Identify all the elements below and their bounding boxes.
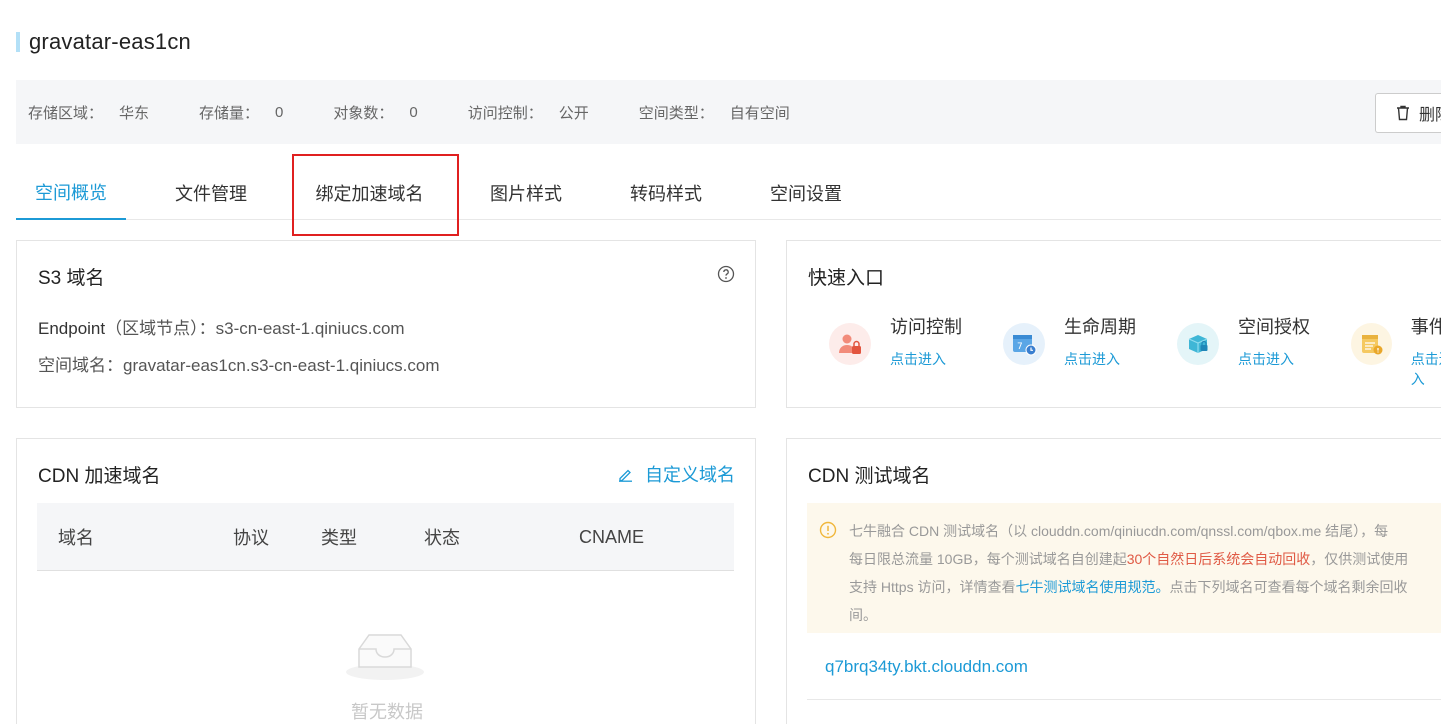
cdn-domain-card: CDN 加速域名 自定义域名 域名 协议 类型 状态 CNAME 暂无数据 — [16, 438, 756, 724]
usage-rules-link[interactable]: 七牛测试域名使用规范。 — [1015, 579, 1169, 595]
cdn-card-title: CDN 加速域名 — [38, 466, 161, 487]
s3-endpoint: Endpoint（区域节点）：s3-cn-east-1.qiniucs.com — [38, 314, 405, 339]
notice-line: 每日限总流量 10GB，每个测试域名自创建起30个自然日后系统会自动回收，仅供测… — [849, 545, 1441, 573]
quick-item-name: 生命周期 — [1064, 317, 1136, 337]
test-card-title: CDN 测试域名 — [808, 466, 931, 487]
column-header-protocol: 协议 — [233, 528, 269, 548]
trash-icon — [1397, 105, 1409, 121]
info-value: 0 — [275, 103, 284, 121]
info-label: 对象数： — [333, 104, 394, 122]
endpoint-label: Endpoint — [38, 319, 106, 338]
tab-overview[interactable]: 空间概览 — [16, 166, 126, 220]
delete-bucket-button[interactable]: 删除 — [1375, 93, 1441, 133]
quick-item-access-control[interactable]: 访问控制 点击进入 — [829, 313, 962, 369]
bucket-info-bar: 存储区域： 华东 存储量： 0 对象数： 0 访问控制： 公开 空间类型： 自有… — [16, 80, 1441, 144]
quick-card-title: 快速入口 — [808, 268, 885, 289]
lifecycle-icon: 7 — [1003, 323, 1045, 365]
help-icon[interactable] — [717, 265, 735, 283]
quick-entry-card: 快速入口 访问控制 点击进入 7 生命周期 点击进入 空间授权 点击进入 事件 … — [786, 240, 1441, 408]
info-region: 存储区域： 华东 — [28, 102, 149, 123]
notice-text: 点击下列域名可查看每个域名剩余回收 — [1169, 579, 1408, 595]
event-icon — [1351, 323, 1392, 365]
test-domain-link[interactable]: q7brq34ty.bkt.clouddn.com — [825, 657, 1028, 677]
tab-space-settings[interactable]: 空间设置 — [756, 166, 856, 220]
notice-line: 支持 Https 访问，详情查看七牛测试域名使用规范。点击下列域名可查看每个域名… — [849, 573, 1441, 601]
info-value: 0 — [409, 103, 418, 121]
page-title: gravatar-eas1cn — [29, 29, 191, 54]
info-value: 公开 — [558, 104, 589, 122]
endpoint-value: s3-cn-east-1.qiniucs.com — [215, 319, 405, 338]
notice-text: 每日限总流量 10GB，每个测试域名自创建起 — [849, 551, 1127, 567]
info-label: 空间类型： — [638, 104, 714, 122]
quick-item-link[interactable]: 点击进入 — [1064, 349, 1136, 369]
space-domain-label: 空间域名： — [38, 356, 123, 375]
notice-text: 支持 Https 访问，详情查看 — [849, 579, 1016, 595]
endpoint-suffix: （区域节点）： — [105, 319, 216, 338]
quick-item-name: 访问控制 — [890, 317, 962, 337]
cdn-test-domain-card: CDN 测试域名 七牛融合 CDN 测试域名（以 clouddn.com/qin… — [786, 438, 1441, 724]
column-header-domain: 域名 — [58, 528, 94, 548]
info-value: 自有空间 — [729, 104, 790, 122]
notice-warning-text: 30个自然日后系统会自动回收 — [1126, 551, 1311, 567]
cdn-table-header: 域名 协议 类型 状态 CNAME — [37, 503, 734, 571]
tab-image-style[interactable]: 图片样式 — [476, 166, 576, 220]
quick-item-link[interactable]: 点击进入 — [1411, 349, 1441, 389]
svg-text:7: 7 — [1017, 342, 1023, 352]
info-value: 华东 — [119, 104, 150, 122]
quick-item-link[interactable]: 点击进入 — [1238, 349, 1310, 369]
info-type: 空间类型： 自有空间 — [639, 102, 790, 123]
notice-line: 七牛融合 CDN 测试域名（以 clouddn.com/qiniucdn.com… — [849, 523, 1389, 539]
info-label: 存储区域： — [28, 104, 104, 122]
test-domain-notice: 七牛融合 CDN 测试域名（以 clouddn.com/qiniucdn.com… — [807, 503, 1441, 633]
warning-icon — [819, 521, 837, 539]
column-header-status: 状态 — [424, 528, 460, 548]
quick-item-name: 事件 — [1410, 317, 1441, 337]
notice-text: ，仅供测试使用 — [1310, 551, 1409, 567]
delete-label: 删除 — [1419, 107, 1441, 124]
empty-inbox-icon — [346, 634, 424, 680]
notice-line: 间。 — [849, 607, 877, 623]
s3-domain-card: S3 域名 Endpoint（区域节点）：s3-cn-east-1.qiniuc… — [16, 240, 756, 408]
quick-item-lifecycle[interactable]: 7 生命周期 点击进入 — [1003, 313, 1136, 369]
info-label: 存储量： — [199, 104, 260, 122]
quick-item-link[interactable]: 点击进入 — [890, 349, 962, 369]
s3-card-title: S3 域名 — [38, 268, 105, 289]
title-accent-bar — [16, 32, 20, 52]
s3-space-domain: 空间域名：gravatar-eas1cn.s3-cn-east-1.qiniuc… — [38, 351, 440, 376]
space-domain-value: gravatar-eas1cn.s3-cn-east-1.qiniucs.com — [123, 356, 440, 375]
edit-icon — [619, 469, 632, 482]
custom-domain-label: 自定义域名 — [645, 465, 735, 485]
page-title-bar: gravatar-eas1cn — [16, 28, 191, 56]
space-auth-icon — [1177, 323, 1219, 365]
info-access: 访问控制： 公开 — [468, 102, 589, 123]
access-control-icon — [829, 323, 871, 365]
empty-text: 暂无数据 — [351, 702, 423, 722]
tab-file-management[interactable]: 文件管理 — [161, 166, 261, 220]
divider — [807, 699, 1441, 700]
info-label: 访问控制： — [467, 104, 543, 122]
quick-item-space-auth[interactable]: 空间授权 点击进入 — [1177, 313, 1310, 369]
quick-item-name: 空间授权 — [1238, 317, 1310, 337]
custom-domain-button[interactable]: 自定义域名 — [618, 461, 735, 487]
info-storage: 存储量： 0 — [199, 102, 283, 123]
column-header-cname: CNAME — [579, 526, 645, 547]
info-objects: 对象数： 0 — [333, 102, 417, 123]
tab-bind-domain[interactable]: 绑定加速域名 — [301, 166, 438, 220]
bucket-tabs: 空间概览 文件管理 绑定加速域名 图片样式 转码样式 空间设置 — [16, 166, 1441, 220]
column-header-type: 类型 — [321, 528, 357, 548]
tab-transcode-style[interactable]: 转码样式 — [616, 166, 716, 220]
quick-item-event[interactable]: 事件 点击进入 — [1351, 313, 1441, 389]
